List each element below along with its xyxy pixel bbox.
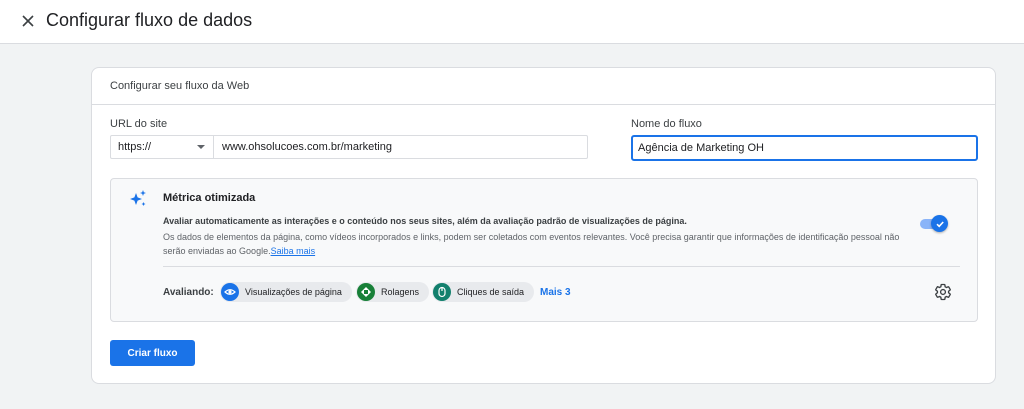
enhanced-measurement-toggle[interactable] bbox=[920, 215, 948, 233]
check-icon bbox=[935, 220, 944, 227]
protocol-select[interactable]: https:// bbox=[110, 135, 214, 159]
page-title: Configurar fluxo de dados bbox=[46, 10, 253, 30]
event-chip-outbound-clicks: Cliques de saída bbox=[432, 282, 535, 302]
more-events-link[interactable]: Mais 3 bbox=[540, 287, 571, 298]
url-input[interactable] bbox=[214, 135, 588, 159]
learn-more-link[interactable]: Saiba mais bbox=[271, 246, 316, 256]
close-icon bbox=[22, 15, 34, 27]
mouse-icon bbox=[433, 283, 451, 301]
top-bar: Configurar fluxo de dados bbox=[0, 0, 1024, 44]
event-chip-label: Visualizações de página bbox=[245, 287, 342, 297]
chevron-down-icon bbox=[197, 145, 205, 149]
url-field-label: URL do site bbox=[110, 118, 168, 130]
metric-detail: Os dados de elementos da página, como ví… bbox=[163, 230, 915, 258]
create-stream-button[interactable]: Criar fluxo bbox=[110, 340, 195, 366]
eye-icon bbox=[221, 283, 239, 301]
toggle-thumb bbox=[931, 215, 948, 232]
enhanced-measurement-panel: Métrica otimizada Avaliar automaticament… bbox=[110, 178, 978, 322]
protocol-value: https:// bbox=[118, 141, 152, 153]
evaluating-label: Avaliando: bbox=[163, 287, 214, 298]
sparkle-icon bbox=[130, 190, 146, 206]
close-button[interactable] bbox=[16, 9, 40, 33]
stream-name-input[interactable] bbox=[631, 135, 978, 161]
metric-title: Métrica otimizada bbox=[163, 192, 256, 204]
event-chip-page-views: Visualizações de página bbox=[220, 282, 352, 302]
crosshair-icon bbox=[357, 283, 375, 301]
stream-config-card: Configurar seu fluxo da Web URL do site … bbox=[91, 67, 996, 384]
metric-description: Avaliar automaticamente as interações e … bbox=[163, 216, 687, 226]
event-chip-label: Cliques de saída bbox=[457, 287, 525, 297]
event-chip-label: Rolagens bbox=[381, 287, 420, 297]
card-header: Configurar seu fluxo da Web bbox=[92, 68, 995, 105]
stream-name-label: Nome do fluxo bbox=[631, 118, 702, 130]
gear-icon[interactable] bbox=[934, 283, 952, 301]
card-header-title: Configurar seu fluxo da Web bbox=[110, 80, 250, 92]
divider bbox=[163, 266, 960, 267]
event-chip-scrolls: Rolagens bbox=[356, 282, 430, 302]
